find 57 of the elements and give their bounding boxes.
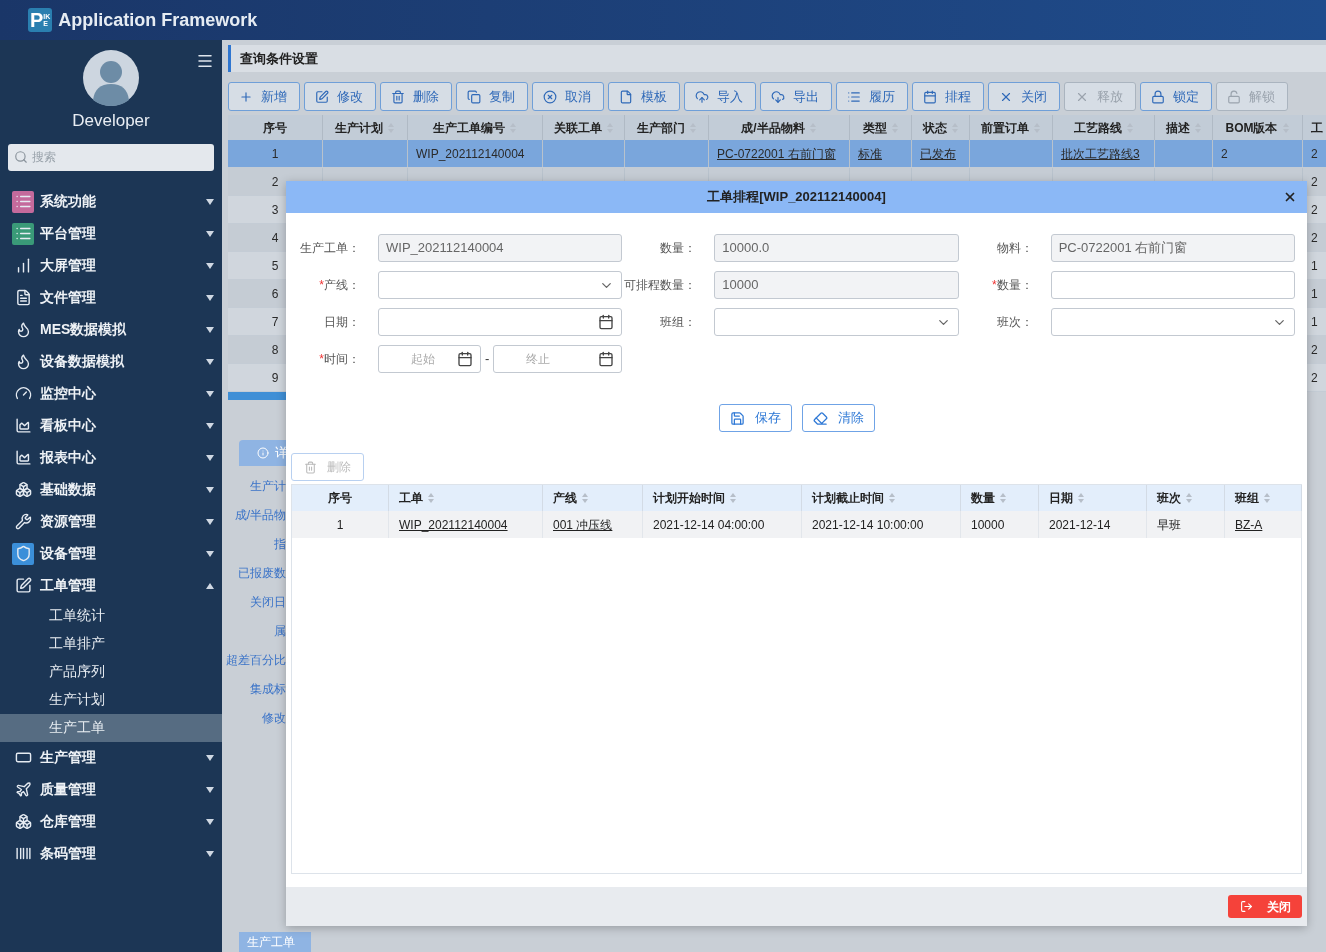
table-cell-text: 批次工艺路线3 [1061,145,1140,163]
table-cell-text: 9 [271,369,279,387]
field-label: *产线： [318,277,361,294]
table-cell-text: 2 [1311,369,1318,387]
table-cell-text: 标准 [858,145,882,163]
table-cell-text: 10000 [971,516,1005,534]
table-cell-text: 1 [1311,285,1318,303]
app-title: Application Framework [58,8,258,32]
table-cell-text: BZ-A [1235,516,1263,534]
field-label: 关闭日 [250,594,286,611]
table-cell-text: 1 [336,516,344,534]
field-label: 成/半品物 [234,507,286,524]
table-cell-text: 8 [271,341,279,359]
panel-title: 查询条件设置 [240,49,318,68]
field-label: 生产计 [250,478,286,495]
table-cell-text: 2 [271,173,279,191]
table-cell-text: 3 [271,201,279,219]
table-cell-text: 2021-12-14 10:00:00 [812,516,924,534]
table-cell-text: 2 [1311,201,1318,219]
table-cell-text: 6 [271,285,279,303]
table-cell-text: 2 [1221,145,1228,163]
table-cell-text: 1 [271,145,279,163]
field-label: 修改 [262,710,286,727]
field-label: 超差百分比 [226,652,286,669]
table-cell-text: 2 [1311,341,1318,359]
table-cell-text: 已发布 [920,145,956,163]
table-cell-text: 2 [1311,145,1318,163]
table-cell-text: PC-0722001 右前门窗 [717,145,836,163]
field-label: 指 [274,536,286,553]
field-label: 班次： [995,314,1034,331]
field-label: *数量： [991,277,1034,294]
table-cell-text: 4 [271,229,279,247]
table-cell-text: 2021-12-14 [1049,516,1111,534]
field-label: 可排程数量： [623,277,698,294]
dialog-title: 工单排程[WIP_202112140004] [707,188,886,207]
field-label: 数量： [659,240,698,257]
table-cell-text: 7 [271,313,279,331]
field-label: 班组： [659,314,698,331]
table-cell-text: 早班 [1157,516,1181,534]
table-cell-text: 5 [271,257,279,275]
field-label: *时间： [318,351,361,368]
table-cell-text: 1 [1311,257,1318,275]
field-label: 生产工单： [299,240,361,257]
table-cell-text: 1 [1311,313,1318,331]
field-label: 属 [274,623,286,640]
table-cell-text: WIP_202112140004 [399,516,508,534]
table-cell-text: 001 冲压线 [553,516,613,534]
field-label: 已报废数 [238,565,286,582]
field-label: 集成标 [250,681,286,698]
table-cell-text: 2 [1311,229,1318,247]
range-separator: - [485,350,490,369]
table-cell-text: 2021-12-14 04:00:00 [653,516,765,534]
field-label: 物料： [995,240,1034,257]
table-cell-text: WIP_202112140004 [416,145,525,163]
user-name: Developer [72,110,150,132]
field-label: 日期： [323,314,361,331]
table-cell-text: 2 [1311,173,1318,191]
